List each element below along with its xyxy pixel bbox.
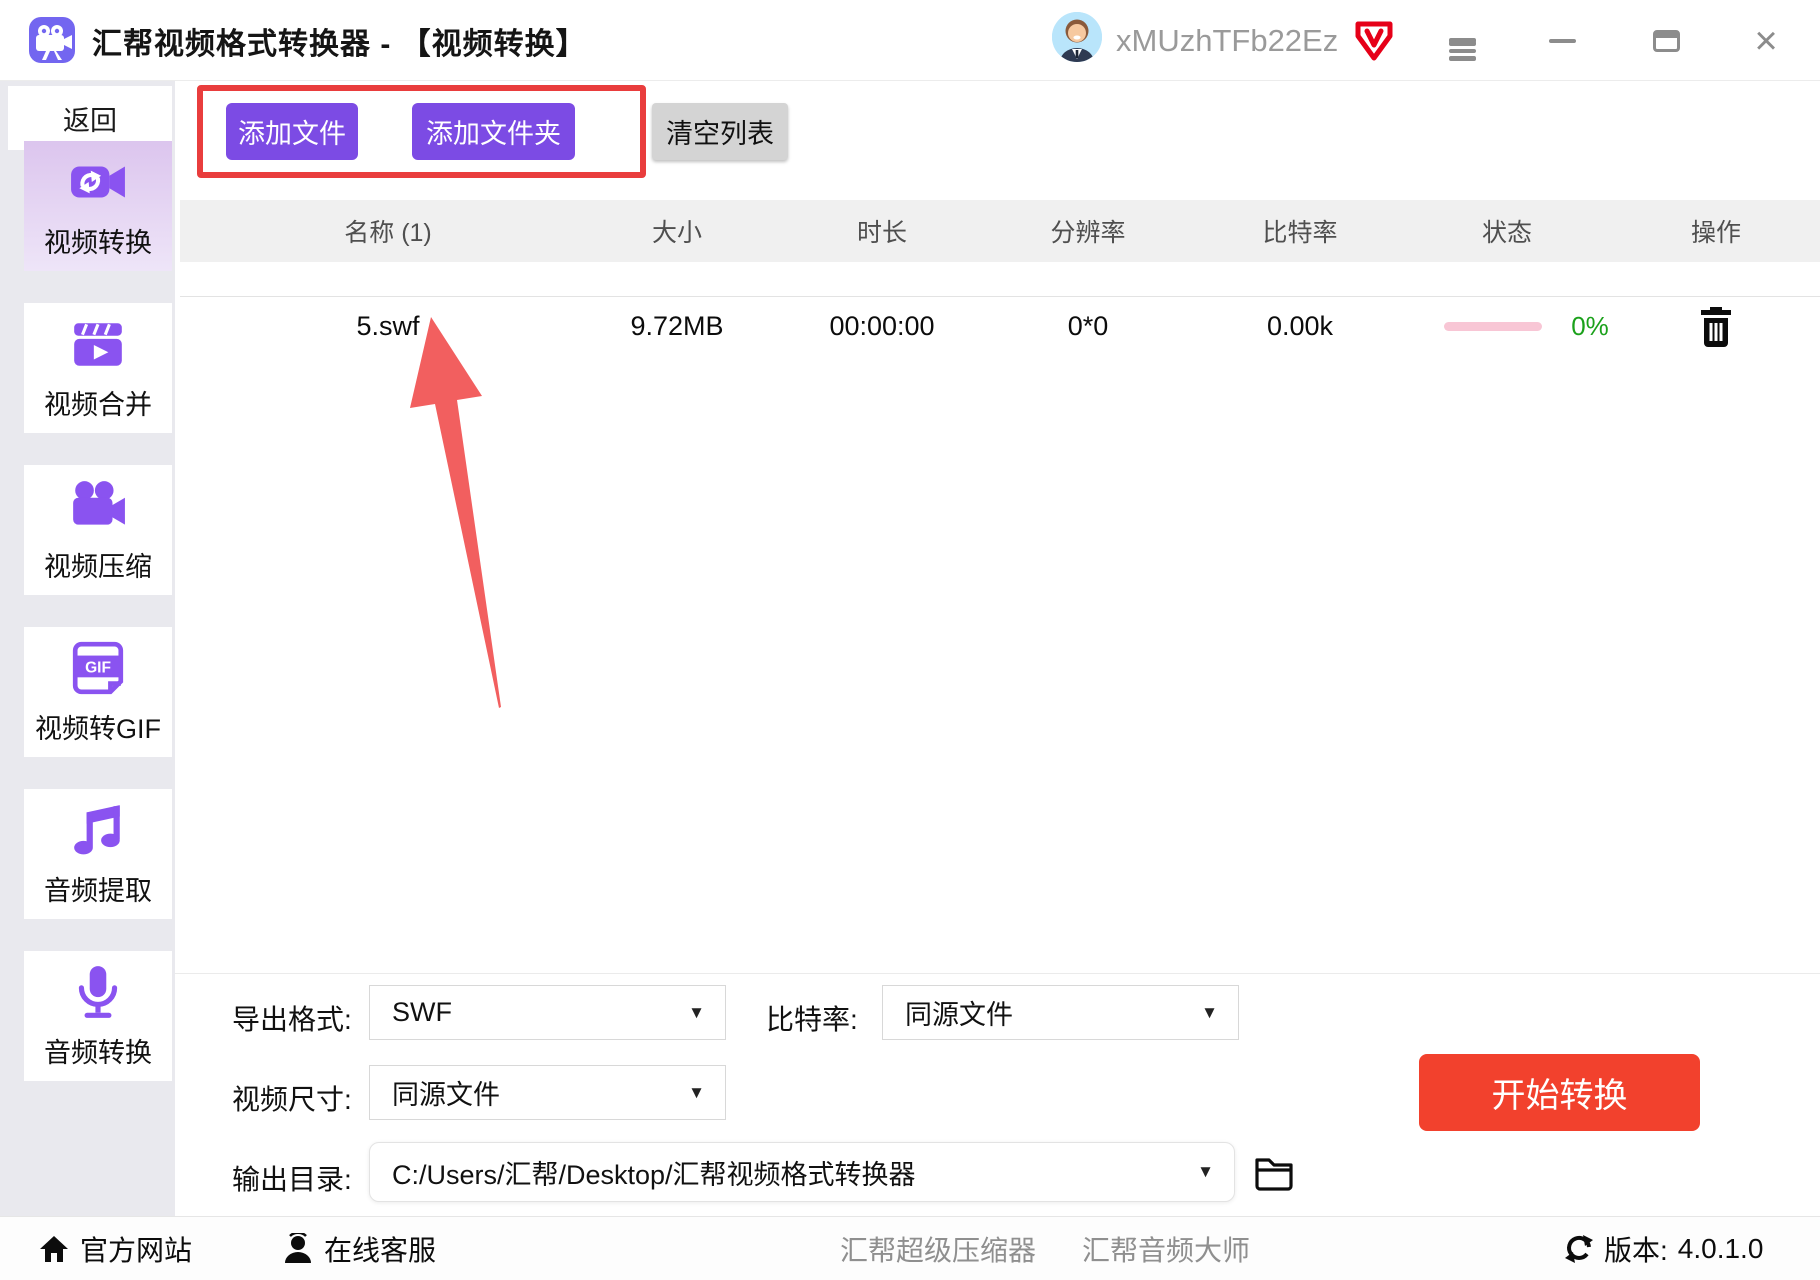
- video-size-label: 视频尺寸:: [232, 1078, 352, 1118]
- version-info[interactable]: 版本: 4.0.1.0: [1564, 1217, 1763, 1280]
- sidebar-item-video-compress[interactable]: 视频压缩: [24, 465, 172, 595]
- chevron-down-icon: ▼: [688, 1003, 705, 1023]
- app-logo-icon: [28, 16, 76, 64]
- export-format-select[interactable]: SWF ▼: [369, 985, 726, 1040]
- bitrate-select[interactable]: 同源文件 ▼: [882, 985, 1239, 1040]
- file-size-cell: 9.72MB: [630, 300, 723, 352]
- progress-percent: 0%: [1571, 300, 1609, 352]
- browse-folder-button[interactable]: [1252, 1150, 1296, 1194]
- official-site-label: 官方网站: [80, 1229, 192, 1269]
- video-to-gif-icon: GIF: [69, 639, 127, 697]
- column-header-action: 操作: [1691, 200, 1741, 262]
- trash-icon: [1697, 306, 1735, 348]
- file-resolution-cell: 0*0: [1068, 300, 1109, 352]
- sidebar-item-label: 视频转换: [44, 221, 152, 260]
- close-button[interactable]: ×: [1736, 0, 1796, 81]
- file-duration-cell: 00:00:00: [829, 300, 934, 352]
- sidebar-item-label: 音频转换: [44, 1031, 152, 1070]
- add-folder-button[interactable]: 添加文件夹: [412, 103, 575, 160]
- user-avatar[interactable]: [1052, 12, 1102, 62]
- bitrate-label: 比特率:: [766, 998, 858, 1038]
- chevron-down-icon: ▼: [1197, 1162, 1214, 1182]
- chevron-down-icon: ▼: [688, 1083, 705, 1103]
- partner-link-compressor[interactable]: 汇帮超级压缩器: [840, 1217, 1036, 1280]
- video-size-value: 同源文件: [392, 1073, 500, 1112]
- video-convert-icon: [69, 153, 127, 211]
- export-format-label: 导出格式:: [232, 998, 352, 1038]
- column-header-duration: 时长: [857, 200, 907, 262]
- file-bitrate-cell: 0.00k: [1267, 300, 1333, 352]
- column-header-size: 大小: [652, 200, 702, 262]
- video-merge-icon: [69, 315, 127, 373]
- title-bar: 汇帮视频格式转换器 - 【视频转换】 xMUzhTFb22Ez ×: [0, 0, 1820, 81]
- maximize-button[interactable]: [1636, 0, 1696, 81]
- add-file-button[interactable]: 添加文件: [226, 103, 358, 160]
- audio-extract-icon: [69, 801, 127, 859]
- folder-icon: [1252, 1150, 1296, 1194]
- sidebar-item-audio-convert[interactable]: 音频转换: [24, 951, 172, 1081]
- sidebar-item-audio-extract[interactable]: 音频提取: [24, 789, 172, 919]
- menu-button[interactable]: [1432, 0, 1492, 81]
- username-text: xMUzhTFb22Ez: [1116, 0, 1338, 81]
- version-value: 4.0.1.0: [1678, 1233, 1764, 1265]
- vip-badge-icon[interactable]: [1352, 20, 1396, 62]
- column-header-bitrate: 比特率: [1262, 200, 1337, 262]
- settings-divider: [175, 973, 1820, 974]
- partner-link-audio-master[interactable]: 汇帮音频大师: [1082, 1217, 1250, 1280]
- output-dir-select[interactable]: C:/Users/汇帮/Desktop/汇帮视频格式转换器 ▼: [369, 1142, 1235, 1202]
- minimize-button[interactable]: [1532, 0, 1592, 81]
- delete-file-button[interactable]: [1694, 304, 1738, 350]
- online-service-label: 在线客服: [324, 1229, 436, 1269]
- chevron-down-icon: ▼: [1201, 1003, 1218, 1023]
- sidebar: 返回 视频转换 视频合并: [0, 81, 175, 1216]
- bitrate-value: 同源文件: [905, 993, 1013, 1032]
- customer-service-icon: [282, 1233, 314, 1265]
- progress-bar: [1444, 322, 1542, 331]
- home-icon: [38, 1233, 70, 1265]
- sidebar-item-video-merge[interactable]: 视频合并: [24, 303, 172, 433]
- audio-convert-icon: [69, 963, 127, 1021]
- online-service-link[interactable]: 在线客服: [282, 1217, 436, 1280]
- svg-text:GIF: GIF: [85, 659, 111, 676]
- app-window: 汇帮视频格式转换器 - 【视频转换】 xMUzhTFb22Ez ×: [0, 0, 1820, 1280]
- official-site-link[interactable]: 官方网站: [38, 1217, 192, 1280]
- export-format-value: SWF: [392, 997, 452, 1028]
- column-header-status: 状态: [1482, 200, 1532, 262]
- output-dir-value: C:/Users/汇帮/Desktop/汇帮视频格式转换器: [392, 1153, 916, 1192]
- sidebar-item-video-convert[interactable]: 视频转换: [24, 141, 172, 271]
- sidebar-item-video-to-gif[interactable]: GIF 视频转GIF: [24, 627, 172, 757]
- file-name-cell: 5.swf: [356, 300, 419, 352]
- clear-list-button[interactable]: 清空列表: [652, 103, 788, 160]
- sidebar-item-label: 音频提取: [44, 869, 152, 908]
- video-compress-icon: [69, 477, 127, 535]
- file-table-header: 名称 (1) 大小 时长 分辨率 比特率 状态 操作: [180, 200, 1820, 262]
- sidebar-item-label: 视频转GIF: [35, 707, 161, 746]
- sidebar-item-label: 视频压缩: [44, 545, 152, 584]
- column-header-resolution: 分辨率: [1050, 200, 1125, 262]
- column-header-name: 名称 (1): [344, 200, 432, 262]
- footer-bar: 官方网站 在线客服 汇帮超级压缩器 汇帮音频大师 版本: 4.0.1.0: [0, 1216, 1820, 1280]
- version-label: 版本:: [1604, 1229, 1668, 1269]
- refresh-icon: [1564, 1234, 1594, 1264]
- window-title: 汇帮视频格式转换器 - 【视频转换】: [92, 0, 587, 81]
- table-divider: [180, 296, 1820, 297]
- sidebar-item-label: 视频合并: [44, 383, 152, 422]
- output-dir-label: 输出目录:: [232, 1158, 352, 1198]
- video-size-select[interactable]: 同源文件 ▼: [369, 1065, 726, 1120]
- start-convert-button[interactable]: 开始转换: [1419, 1054, 1700, 1131]
